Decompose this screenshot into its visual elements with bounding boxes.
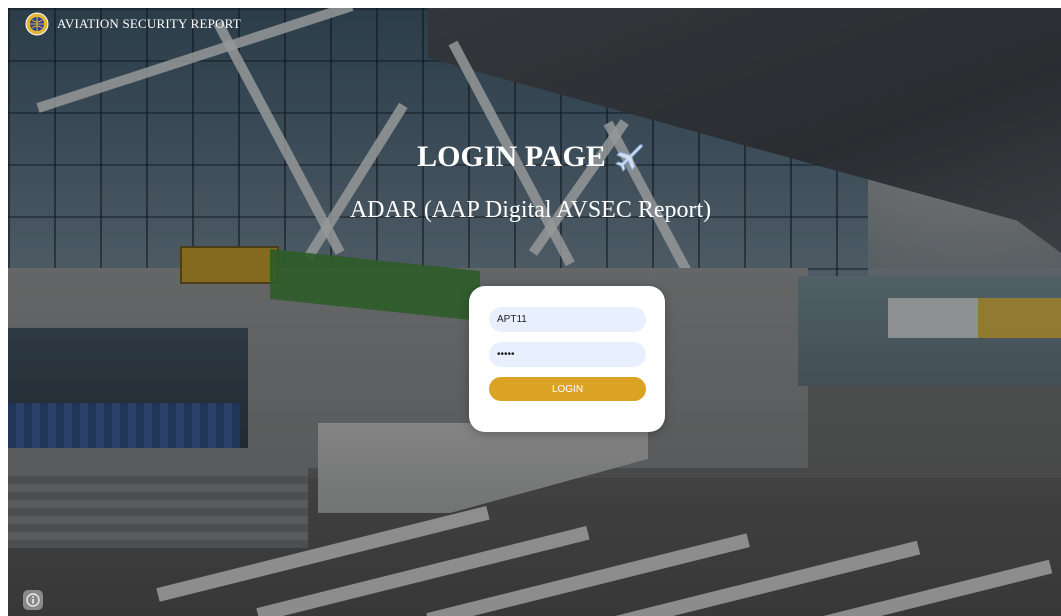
page-subtitle: ADAR (AAP Digital AVSEC Report): [349, 197, 712, 223]
login-card: LOGIN: [469, 286, 665, 432]
username-field[interactable]: [489, 307, 646, 332]
password-field[interactable]: [489, 342, 646, 367]
login-page: AVIATION SECURITY REPORT LOGIN PAGE ADAR…: [0, 0, 1061, 616]
aviation-emblem-icon: [25, 12, 49, 36]
brand-header: AVIATION SECURITY REPORT: [25, 12, 241, 36]
page-title: LOGIN PAGE: [0, 140, 1061, 174]
info-icon: [26, 593, 40, 607]
airplane-icon: [614, 144, 643, 172]
login-button[interactable]: LOGIN: [489, 377, 646, 401]
page-title-text: LOGIN PAGE: [417, 140, 606, 173]
info-button[interactable]: [23, 590, 43, 610]
brand-title: AVIATION SECURITY REPORT: [57, 16, 241, 31]
